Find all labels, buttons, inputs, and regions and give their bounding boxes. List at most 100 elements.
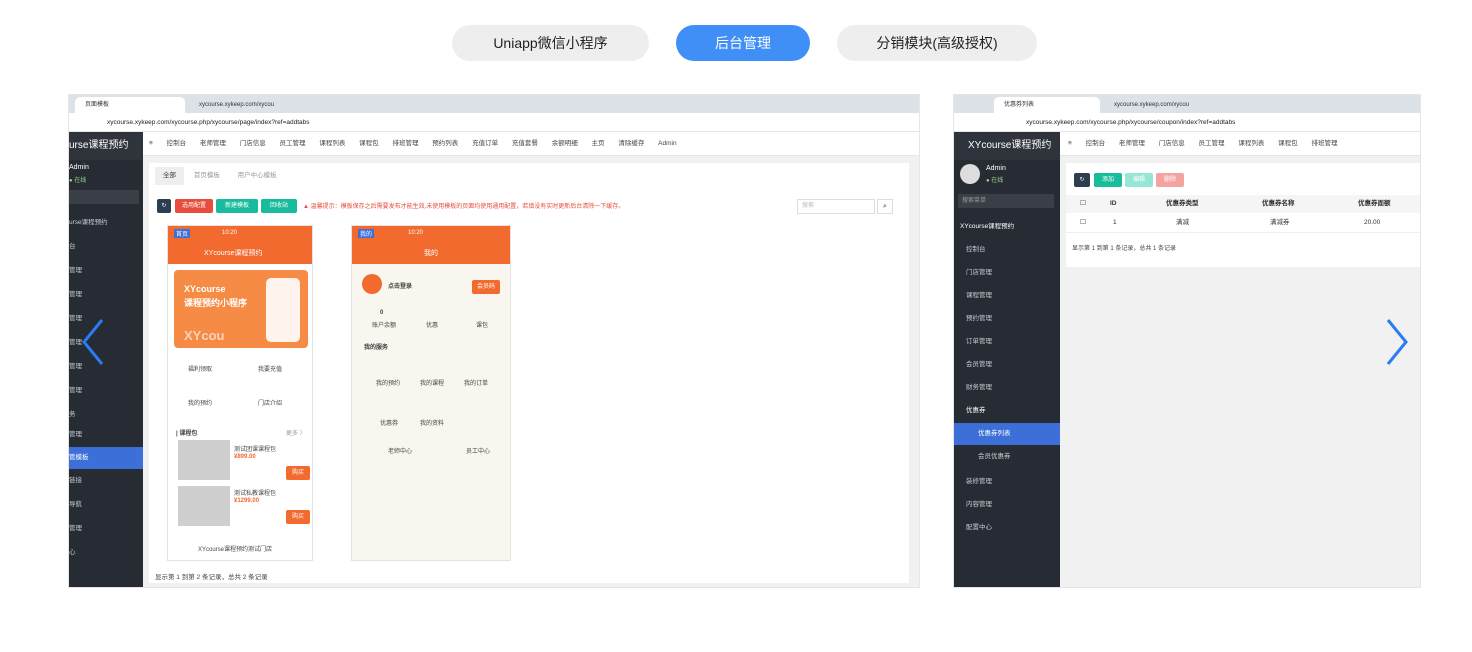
sidebar-item[interactable]: 心 [69,542,143,564]
chevron-right-icon[interactable] [1384,318,1410,366]
sidebar-item[interactable]: 财务管理 [954,377,1060,399]
select-config-button[interactable]: 选用配置 [175,199,213,213]
sidebar-item-coupon[interactable]: 优惠券 [954,400,1060,422]
nav-item[interactable]: 预约列表 [432,132,458,155]
col-name: 优惠券名称 [1262,200,1295,207]
sidebar-item[interactable]: 管理 [69,424,143,446]
staff-center[interactable]: 员工中心 [466,446,490,455]
nav-item[interactable]: 控制台 [1086,132,1106,155]
new-template-button[interactable]: 新建模板 [216,199,258,213]
grid-store[interactable]: 门店介绍 [258,398,282,407]
teacher-center[interactable]: 老师中心 [388,446,412,455]
nav-item[interactable]: 课程列表 [1238,132,1264,155]
sidebar-item[interactable]: 导航 [69,494,143,516]
search-icon[interactable]: ⌕ [877,199,893,214]
sidebar-item[interactable]: 装修管理 [954,471,1060,493]
refresh-button[interactable]: ↻ [1074,173,1090,187]
browser-tab-2[interactable]: xycourse.xykeep.com/xycou [189,97,297,113]
nav-home[interactable]: 主页 [592,132,605,155]
nav-item[interactable]: 门店信息 [240,132,266,155]
sidebar-item[interactable]: 管理 [69,518,143,540]
nav-item[interactable]: 充值套餐 [512,132,538,155]
grid-booking[interactable]: 我的预约 [188,398,212,407]
menu-icon[interactable]: ≡ [149,132,153,155]
sidebar-item[interactable]: 内容管理 [954,494,1060,516]
menu-my-booking[interactable]: 我的预约 [376,378,400,387]
delete-button[interactable]: 删除 [1156,173,1184,187]
login-text[interactable]: 点击登录 [388,281,412,290]
sidebar-item[interactable]: 务 [69,404,143,426]
nav-item[interactable]: 老师管理 [1119,132,1145,155]
nav-item[interactable]: 充值订单 [472,132,498,155]
select-all-checkbox[interactable]: ☐ [1080,195,1086,213]
course-name: 测试私教课程包 [234,491,277,497]
sidebar-item[interactable]: 管理 [69,284,143,306]
sidebar-item[interactable]: 控制台 [954,239,1060,261]
sidebar-item[interactable]: 管理 [69,260,143,282]
nav-item[interactable]: 老师管理 [200,132,226,155]
menu-coupon[interactable]: 优惠券 [380,418,398,427]
nav-item[interactable]: 课程包 [1278,132,1298,155]
sidebar-item[interactable]: 预约管理 [954,308,1060,330]
member-code-button[interactable]: 会员码 [472,280,500,294]
buy-button[interactable]: 购买 [286,466,310,480]
grid-recharge[interactable]: 我要充值 [258,364,282,373]
sidebar-item[interactable]: 台 [69,236,143,258]
tab-admin[interactable]: 后台管理 [676,25,810,61]
subtab-home[interactable]: 首页模板 [186,167,228,185]
grid-welfare[interactable]: 福利领取 [188,364,212,373]
tab-distribution[interactable]: 分销模块(高级授权) [837,25,1037,61]
menu-profile[interactable]: 我的资料 [420,418,444,427]
sidebar-item[interactable]: 课程管理 [954,285,1060,307]
nav-item[interactable]: 课程包 [359,132,379,155]
nav-item[interactable]: 员工管理 [1199,132,1225,155]
sidebar-item-page-template[interactable]: 管模板 [69,447,143,469]
refresh-button[interactable]: ↻ [157,199,171,213]
menu-my-order[interactable]: 我的订单 [464,378,488,387]
edit-button[interactable]: 编辑 [1125,173,1153,187]
sidebar-item[interactable]: 订单管理 [954,331,1060,353]
nav-clear-cache[interactable]: 清除缓存 [618,132,644,155]
nav-item[interactable]: 员工管理 [280,132,306,155]
sidebar-item[interactable]: XYcourse课程预约 [954,216,1060,238]
subtab-all[interactable]: 全部 [155,167,184,185]
nav-admin[interactable]: Admin [658,132,676,155]
table-row[interactable]: ☐ 1 满减 满减券 20.00 [1066,213,1420,233]
phone-user-template[interactable]: 我的 10:20 我的 点击登录 会员码 0 账户余额 优惠 课包 我的服务 我… [351,225,511,561]
nav-item[interactable]: 门店信息 [1159,132,1185,155]
add-button[interactable]: 添加 [1094,173,1122,187]
sidebar-item[interactable]: 链接 [69,470,143,492]
row-checkbox[interactable]: ☐ [1080,213,1086,233]
sidebar-item[interactable]: 配置中心 [954,517,1060,539]
sidebar-item[interactable]: 会员优惠券 [954,446,1060,468]
address-bar[interactable]: xycourse.xykeep.com/xycourse.php/xycours… [69,113,919,132]
subtab-user[interactable]: 用户中心模板 [230,167,285,185]
browser-tab-coupon-list[interactable]: 优惠券列表 [994,97,1100,113]
sidebar-item[interactable]: 管理 [69,380,143,402]
nav-item[interactable]: 排班管理 [1311,132,1337,155]
sidebar-item[interactable]: 门店管理 [954,262,1060,284]
menu-icon[interactable]: ≡ [1068,132,1072,155]
user-status: ● 在线 [986,178,1004,184]
phone-home-template[interactable]: 首页 10:20 XYcourse课程预约 XYcourse 课程预约小程序 X… [167,225,313,561]
address-bar[interactable]: xycourse.xykeep.com/xycourse.php/xycours… [954,113,1420,132]
buy-button[interactable]: 购买 [286,510,310,524]
sidebar-item-coupon-list[interactable]: 优惠券列表 [954,423,1060,445]
sidebar-search[interactable] [69,190,139,204]
nav-item[interactable]: 控制台 [167,132,187,155]
nav-item[interactable]: 排班管理 [392,132,418,155]
nav-item[interactable]: 课程列表 [319,132,345,155]
sidebar-item[interactable]: 会员管理 [954,354,1060,376]
template-panel: 全部 首页模板 用户中心模板 ↻ 选用配置 新建模板 回收站 ▲ 温馨提示：模板… [149,163,909,583]
nav-item[interactable]: 余额明细 [552,132,578,155]
sidebar-item[interactable]: urse课程预约 [69,212,143,234]
menu-my-course[interactable]: 我的课程 [420,378,444,387]
browser-tab-2[interactable]: xycourse.xykeep.com/xycou [1104,97,1214,113]
recycle-button[interactable]: 回收站 [261,199,297,213]
chevron-left-icon[interactable] [80,318,106,366]
more-link[interactable]: 更多 〉 [286,428,306,437]
browser-tab-page-template[interactable]: 页面模板 [75,97,185,113]
search-input[interactable]: 搜索 [797,199,875,214]
sidebar-search[interactable]: 搜索菜单 [958,194,1054,208]
tab-uniapp[interactable]: Uniapp微信小程序 [452,25,649,61]
